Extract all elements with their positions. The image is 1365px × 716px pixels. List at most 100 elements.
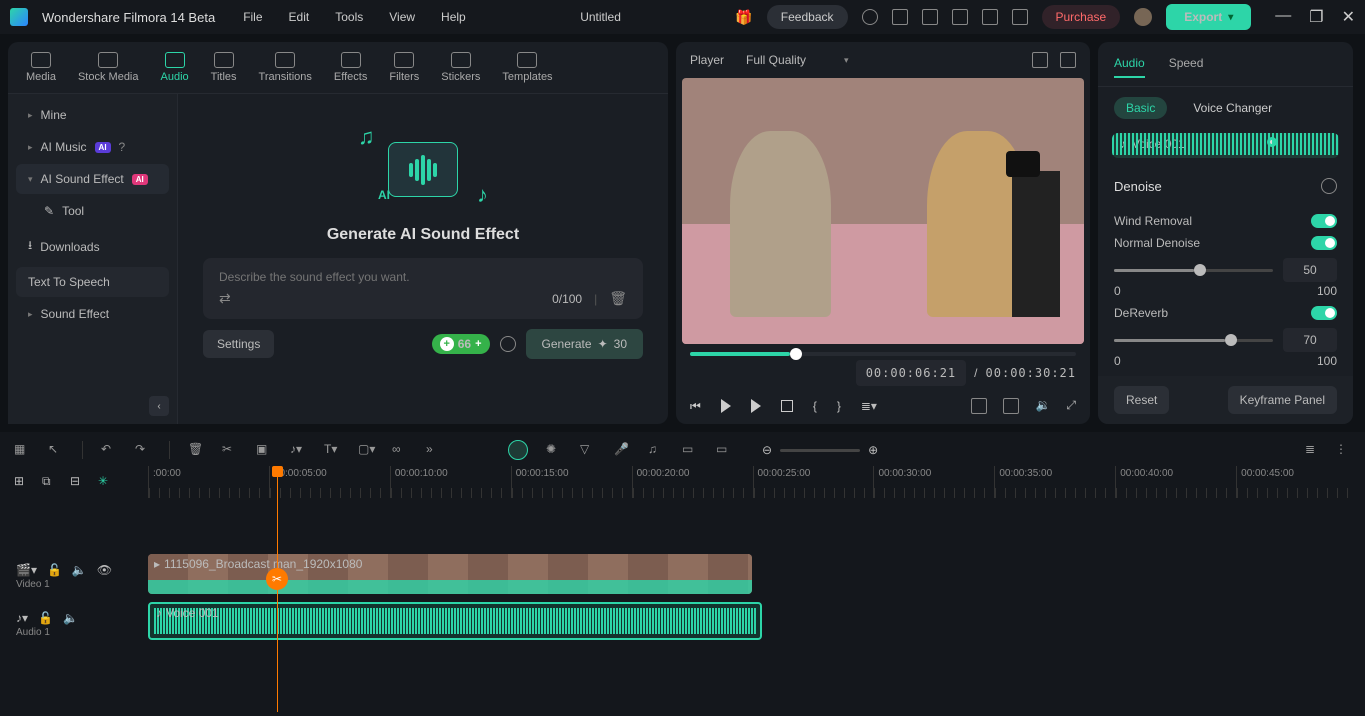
split-at-playhead-icon[interactable]: ✂ (266, 568, 288, 590)
time-ruler[interactable]: :00:0000:00:05:0000:00:10:0000:00:15:000… (148, 466, 1357, 498)
reset-denoise-icon[interactable] (1321, 178, 1337, 194)
keyframe-panel-button[interactable]: Keyframe Panel (1228, 386, 1337, 414)
video-track-icon[interactable]: 🎬▾ (16, 563, 37, 577)
tab-speed[interactable]: Speed (1169, 50, 1204, 78)
settings-button[interactable]: Settings (203, 330, 274, 358)
window-minimize-icon[interactable]: — (1275, 7, 1291, 27)
dereverb-slider[interactable] (1114, 339, 1273, 342)
play-forward-icon[interactable] (751, 399, 761, 413)
sidebar-item-ai-sound-effect[interactable]: ▾AI Sound EffectAI (16, 164, 169, 194)
eye-icon[interactable]: 👁 (97, 563, 112, 577)
magnet-icon[interactable]: ⊟ (70, 474, 86, 490)
shuffle-icon[interactable]: ⇄ (219, 290, 231, 307)
reset-button[interactable]: Reset (1114, 386, 1169, 414)
record-icon[interactable] (862, 9, 878, 25)
lock-icon[interactable]: 🔓 (47, 563, 62, 577)
crop-icon[interactable]: ▣ (256, 442, 272, 458)
clear-icon[interactable]: 🗑 (609, 290, 627, 307)
display-icon[interactable] (971, 398, 987, 414)
link-icon[interactable]: ∞ (392, 442, 408, 458)
menu-help[interactable]: Help (441, 10, 466, 24)
tab-audio-props[interactable]: Audio (1114, 50, 1145, 78)
redo-icon[interactable]: ↷ (135, 442, 151, 458)
mark-in-icon[interactable]: { (813, 399, 817, 413)
playback-progress[interactable] (690, 352, 1076, 356)
preview-viewport[interactable] (682, 78, 1084, 344)
quality-selector[interactable]: Full Quality (746, 53, 849, 67)
image-icon[interactable] (1060, 52, 1076, 68)
lock-icon[interactable]: 🔓 (38, 611, 53, 625)
export-button[interactable]: Export (1166, 4, 1251, 30)
refresh-icon[interactable] (500, 336, 516, 352)
menu-view[interactable]: View (389, 10, 415, 24)
volume-icon[interactable]: 🔉 (1035, 398, 1050, 414)
normal-denoise-toggle[interactable] (1311, 236, 1337, 250)
stop-icon[interactable] (781, 400, 793, 412)
cloud-icon[interactable] (952, 9, 968, 25)
tab-audio[interactable]: Audio (161, 52, 189, 83)
fullscreen-icon[interactable]: ⤢ (1066, 398, 1076, 414)
credits-badge[interactable]: 66 (432, 334, 490, 354)
tab-media[interactable]: Media (26, 52, 56, 83)
music-icon[interactable]: ♪▾ (290, 442, 306, 458)
tab-filters[interactable]: Filters (389, 52, 419, 83)
generate-button[interactable]: Generate✦30 (526, 329, 643, 359)
snapshot-icon[interactable] (1003, 398, 1019, 414)
pointer-icon[interactable]: ↖ (48, 442, 64, 458)
audio-track-icon[interactable]: ♪▾ (16, 611, 28, 625)
split-icon[interactable]: ✂ (222, 442, 238, 458)
zoom-out-icon[interactable]: ⊖ (762, 443, 772, 457)
prompt-input[interactable] (219, 270, 627, 284)
list-icon[interactable]: ≣▾ (861, 399, 877, 413)
wind-removal-toggle[interactable] (1311, 214, 1337, 228)
mixer-icon[interactable]: ♫ (648, 442, 664, 458)
zoom-in-icon[interactable]: ⊕ (868, 443, 878, 457)
ai-assist-icon[interactable] (508, 440, 528, 460)
sidebar-item-downloads[interactable]: ⭳Downloads (16, 228, 169, 265)
subtab-basic[interactable]: Basic (1114, 97, 1167, 119)
normal-denoise-value[interactable]: 50 (1283, 258, 1337, 282)
sidebar-item-tts[interactable]: Text To Speech (16, 267, 169, 297)
sidebar-item-tool[interactable]: ✎Tool (16, 196, 169, 226)
snap-icon[interactable]: ✳ (98, 474, 114, 490)
save-icon[interactable] (922, 9, 938, 25)
tab-effects[interactable]: Effects (334, 52, 367, 83)
tab-templates[interactable]: Templates (502, 52, 552, 83)
subtab-voice-changer[interactable]: Voice Changer (1181, 97, 1284, 119)
window-close-icon[interactable]: ✕ (1342, 7, 1355, 27)
text-icon[interactable]: T▾ (324, 442, 340, 458)
sidebar-item-sound-effect[interactable]: ▸Sound Effect (16, 299, 169, 329)
menu-edit[interactable]: Edit (289, 10, 310, 24)
dereverb-value[interactable]: 70 (1283, 328, 1337, 352)
headphones-icon[interactable] (982, 9, 998, 25)
undo-icon[interactable]: ↶ (101, 442, 117, 458)
menu-tools[interactable]: Tools (335, 10, 363, 24)
gear-icon[interactable]: ✺ (546, 442, 562, 458)
tab-stickers[interactable]: Stickers (441, 52, 480, 83)
tab-stock-media[interactable]: Stock Media (78, 52, 139, 83)
purchase-button[interactable]: Purchase (1042, 5, 1121, 29)
mark-out-icon[interactable]: } (837, 399, 841, 413)
apps-icon[interactable] (1012, 9, 1028, 25)
frame-icon[interactable]: ▭ (682, 442, 698, 458)
gift-icon[interactable]: 🎁 (735, 9, 752, 26)
play-icon[interactable] (721, 399, 731, 413)
grid-view-icon[interactable] (1032, 52, 1048, 68)
user-avatar[interactable] (1134, 8, 1152, 26)
dereverb-toggle[interactable] (1311, 306, 1337, 320)
cc-icon[interactable]: ▢▾ (358, 442, 374, 458)
sidebar-item-mine[interactable]: ▸Mine (16, 100, 169, 130)
zoom-slider[interactable] (780, 449, 860, 452)
tracklist-icon[interactable]: ≣ (1305, 442, 1321, 458)
tab-titles[interactable]: Titles (211, 52, 237, 83)
screen-icon[interactable] (892, 9, 908, 25)
export-frame-icon[interactable]: ▭ (716, 442, 732, 458)
trash-icon[interactable]: 🗑 (188, 442, 204, 458)
clip-waveform-preview[interactable]: ♪Voice 001 (1112, 133, 1339, 158)
marker-icon[interactable]: ▽ (580, 442, 596, 458)
menu-file[interactable]: File (243, 10, 262, 24)
mic-icon[interactable]: 🎤 (614, 442, 630, 458)
prev-frame-icon[interactable]: ⏮ (690, 399, 701, 414)
playhead[interactable]: ✂ (277, 472, 278, 712)
mute-icon[interactable]: 🔈 (63, 611, 78, 625)
